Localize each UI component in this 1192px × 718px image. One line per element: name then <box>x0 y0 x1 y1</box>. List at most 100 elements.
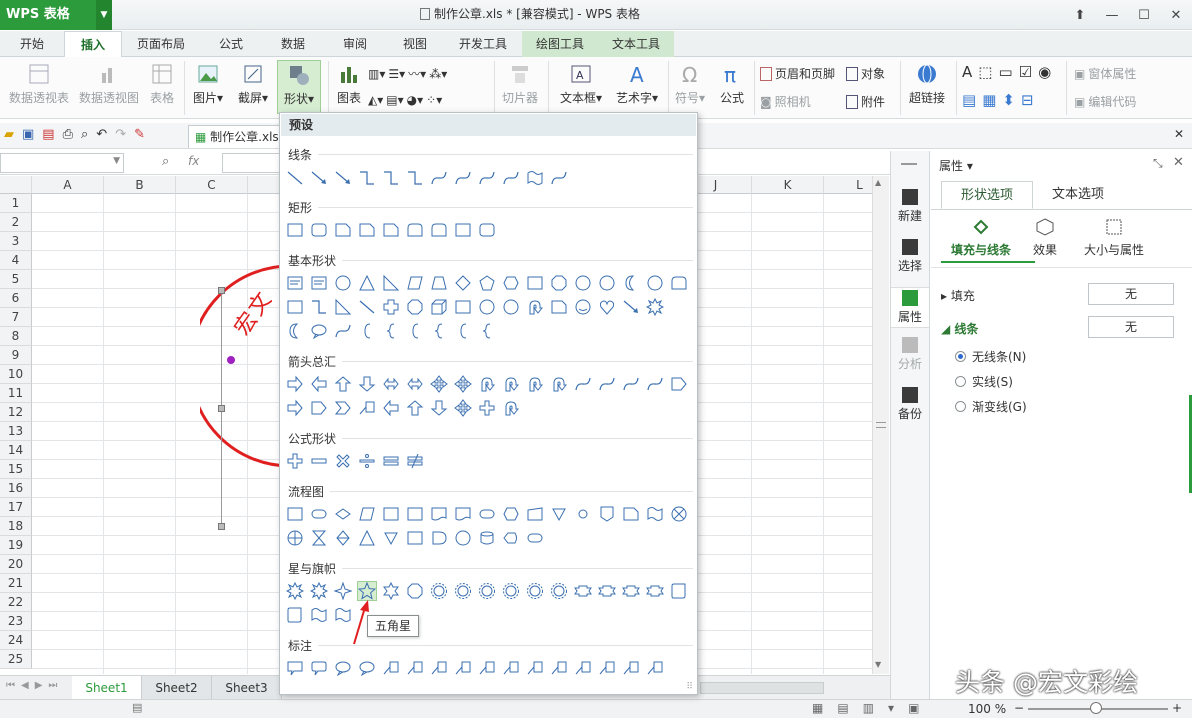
snip-shape-icon[interactable] <box>382 221 400 239</box>
star6-shape-icon[interactable] <box>382 582 400 600</box>
circle-shape-icon[interactable] <box>502 298 520 316</box>
callline-shape-icon[interactable] <box>646 659 664 677</box>
rect-shape-icon[interactable] <box>406 529 424 547</box>
equal-shape-icon[interactable] <box>382 452 400 470</box>
form-controls-row-2[interactable]: ▤ ▦ ⬍ ⊟ <box>962 91 1034 109</box>
round1-shape-icon[interactable] <box>406 221 424 239</box>
radio-no-line[interactable]: 无线条(N) <box>955 348 1026 365</box>
tab-8[interactable]: 开发工具 <box>444 31 522 57</box>
scroll-shape-icon[interactable] <box>670 582 688 600</box>
resize-handle[interactable] <box>218 523 225 530</box>
uturn-shape-icon[interactable] <box>502 399 520 417</box>
row-header[interactable]: 24 <box>0 631 32 650</box>
column-header[interactable]: A <box>32 176 104 194</box>
arrow4-shape-icon[interactable] <box>454 399 472 417</box>
arrowU-shape-icon[interactable] <box>334 375 352 393</box>
snip-shape-icon[interactable] <box>358 221 376 239</box>
sort-shape-icon[interactable] <box>334 529 352 547</box>
arrow4-shape-icon[interactable] <box>430 375 448 393</box>
curve-shape-icon[interactable] <box>598 375 616 393</box>
line-chart-icon[interactable]: 〰▾ <box>408 65 426 82</box>
offpage-shape-icon[interactable] <box>598 505 616 523</box>
last-sheet-icon[interactable]: ⏭ <box>48 680 57 691</box>
scroll-thumb[interactable] <box>876 422 886 428</box>
circle-shape-icon[interactable] <box>334 274 352 292</box>
row-header[interactable]: 25 <box>0 650 32 669</box>
sidebar-item-select[interactable]: 选择 <box>891 239 929 274</box>
callline-shape-icon[interactable] <box>430 659 448 677</box>
delay-shape-icon[interactable] <box>430 529 448 547</box>
cube-shape-icon[interactable] <box>430 298 448 316</box>
brace-shape-icon[interactable] <box>430 322 448 340</box>
scroll-down-icon[interactable]: ▼ <box>875 660 881 669</box>
cross-shape-icon[interactable] <box>382 298 400 316</box>
sidebar-item-properties[interactable]: 属性 <box>891 287 929 328</box>
column-header[interactable]: C <box>176 176 248 194</box>
snip-shape-icon[interactable] <box>622 505 640 523</box>
undo-icon[interactable]: ↶ <box>96 127 107 142</box>
rect-shape-icon[interactable] <box>382 505 400 523</box>
plus-shape-icon[interactable] <box>478 399 496 417</box>
tab-shape-options[interactable]: 形状选项 <box>941 181 1033 209</box>
tab-7[interactable]: 视图 <box>386 31 444 57</box>
tab-6[interactable]: 审阅 <box>324 31 386 57</box>
plus-shape-icon[interactable] <box>286 452 304 470</box>
bar-chart-icon[interactable]: ☰▾ <box>388 67 405 81</box>
close-panel-icon[interactable]: ✕ <box>1173 155 1184 170</box>
subtab-effect[interactable]: 效果 <box>1025 217 1065 258</box>
trap-shape-icon[interactable] <box>430 274 448 292</box>
rrect-shape-icon[interactable] <box>310 221 328 239</box>
ribbon-shape-icon[interactable] <box>646 582 664 600</box>
textbox-shape-icon[interactable] <box>310 274 328 292</box>
radio-gradient-line[interactable]: 渐变线(G) <box>955 398 1027 415</box>
line-section-toggle[interactable]: ◢ 线条 <box>941 320 978 337</box>
zoom-slider-thumb[interactable] <box>1090 702 1102 714</box>
mult-shape-icon[interactable] <box>334 452 352 470</box>
chart-type-row-2[interactable]: ◭▾ ▤▾ ◕▾ ⁘▾ <box>368 93 442 107</box>
starN-shape-icon[interactable] <box>478 582 496 600</box>
arrowR-shape-icon[interactable] <box>286 375 304 393</box>
header-footer-button[interactable]: 页眉和页脚 <box>760 65 835 82</box>
row-header[interactable]: 16 <box>0 479 32 498</box>
arrowLR-shape-icon[interactable] <box>406 375 424 393</box>
resize-handle[interactable] <box>218 287 225 294</box>
row-header[interactable]: 15 <box>0 460 32 479</box>
callline-shape-icon[interactable] <box>622 659 640 677</box>
row-header[interactable]: 6 <box>0 289 32 308</box>
elbow-shape-icon[interactable] <box>406 169 424 187</box>
scroll-up-icon[interactable]: ▲ <box>875 178 881 187</box>
scroll-shape-icon[interactable] <box>286 606 304 624</box>
terminator-shape-icon[interactable] <box>478 505 496 523</box>
panel-title[interactable]: 属性 ▾ <box>939 157 973 174</box>
arrow4-shape-icon[interactable] <box>454 375 472 393</box>
circle-shape-icon[interactable] <box>598 274 616 292</box>
rect-shape-icon[interactable] <box>454 221 472 239</box>
calloval-shape-icon[interactable] <box>310 322 328 340</box>
arrowline-shape-icon[interactable] <box>310 169 328 187</box>
row-header[interactable]: 23 <box>0 612 32 631</box>
circle-shape-icon[interactable] <box>454 529 472 547</box>
curve-shape-icon[interactable] <box>622 375 640 393</box>
brace-shape-icon[interactable] <box>478 322 496 340</box>
noteq-shape-icon[interactable] <box>406 452 424 470</box>
calloval-shape-icon[interactable] <box>334 659 352 677</box>
circle-shape-icon[interactable] <box>478 298 496 316</box>
row-header[interactable]: 4 <box>0 251 32 270</box>
uturn-shape-icon[interactable] <box>478 375 496 393</box>
callline-shape-icon[interactable] <box>574 659 592 677</box>
tab-1[interactable]: 开始 <box>0 31 64 57</box>
curve-shape-icon[interactable] <box>550 169 568 187</box>
rect-shape-icon[interactable] <box>406 505 424 523</box>
row-header[interactable]: 8 <box>0 327 32 346</box>
edit-code-button[interactable]: ▣ 编辑代码 <box>1074 93 1136 110</box>
textbox-shape-icon[interactable] <box>286 274 304 292</box>
curve-shape-icon[interactable] <box>646 375 664 393</box>
chevron-down-icon[interactable]: ▼ <box>96 0 112 30</box>
other-chart-icon[interactable]: ⁘▾ <box>426 93 442 107</box>
symbol-button[interactable]: Ω 符号▾ <box>672 63 708 106</box>
pentarrow-shape-icon[interactable] <box>310 399 328 417</box>
column-header[interactable]: K <box>752 176 824 194</box>
camera-button[interactable]: ◙ 照相机 <box>760 93 811 110</box>
column-header[interactable]: L <box>824 176 872 194</box>
bracket-shape-icon[interactable] <box>358 322 376 340</box>
